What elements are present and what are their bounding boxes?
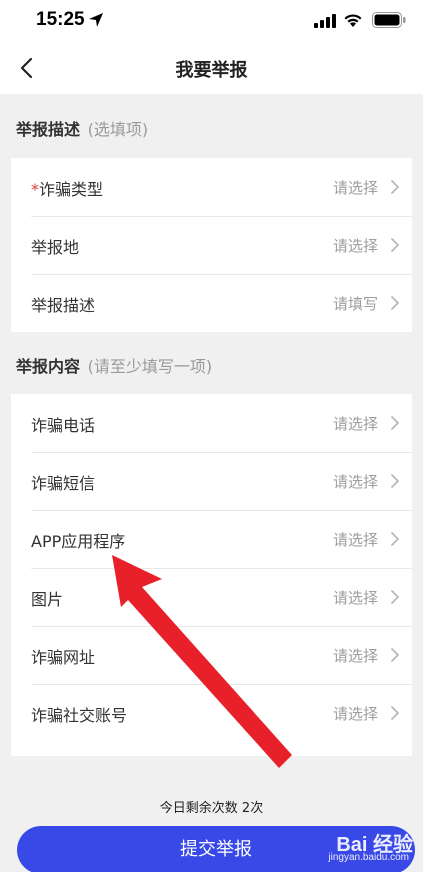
row-value: 请选择 [332,473,378,491]
chevron-right-icon [391,180,399,194]
location-arrow-icon [89,13,103,27]
nav-bar: 我要举报 [0,42,423,94]
row-value: 请选择 [332,647,378,665]
required-mark: * [31,180,39,199]
chevron-right-icon [391,590,399,604]
section-hint: (请至少填写一项) [87,357,213,376]
cellular-signal-icon [314,14,336,28]
row-fraud-social-account[interactable]: 诈骗社交账号 请选择 [11,684,412,742]
row-label: 举报描述 [31,296,96,315]
content-card: 诈骗电话 请选择 诈骗短信 请选择 APP应用程序 请选择 图片 请选择 诈骗网… [11,394,412,756]
row-fraud-type[interactable]: *诈骗类型 请选择 [11,158,412,216]
row-image[interactable]: 图片 请选择 [11,568,412,626]
row-label: APP应用程序 [31,532,126,551]
row-fraud-url[interactable]: 诈骗网址 请选择 [11,626,412,684]
row-label: 诈骗电话 [31,416,96,435]
battery-icon [372,12,406,28]
status-time: 15:25 [36,9,85,30]
section-title: 举报描述 [16,120,81,139]
row-fraud-sms[interactable]: 诈骗短信 请选择 [11,452,412,510]
chevron-right-icon [391,296,399,310]
section-header-description: 举报描述 (选填项) [0,94,423,158]
row-fraud-app[interactable]: APP应用程序 请选择 [11,510,412,568]
row-value: 请填写 [332,295,378,313]
watermark-sub: jingyan.baidu.com [328,852,409,863]
row-value: 请选择 [332,589,378,607]
row-value: 请选择 [332,705,378,723]
row-value: 请选择 [332,415,378,433]
row-label-text: 诈骗类型 [39,180,104,199]
section-header-content: 举报内容 (请至少填写一项) [0,332,423,394]
chevron-right-icon [391,648,399,662]
row-label: *诈骗类型 [31,176,103,200]
row-value: 请选择 [332,179,378,197]
chevron-right-icon [391,416,399,430]
chevron-right-icon [391,706,399,720]
row-label: 诈骗网址 [31,648,96,667]
page-title: 我要举报 [175,60,248,81]
chevron-right-icon [391,238,399,252]
status-bar: 15:25 [0,0,423,42]
section-hint: (选填项) [87,120,149,139]
row-value: 请选择 [332,531,378,549]
row-label: 图片 [31,590,64,609]
row-label: 举报地 [31,238,80,257]
chevron-right-icon [391,532,399,546]
description-card: *诈骗类型 请选择 举报地 请选择 举报描述 请填写 [11,158,412,332]
row-label: 诈骗社交账号 [31,706,128,725]
row-value: 请选择 [332,237,378,255]
card-bottom-padding [11,742,412,756]
remaining-count-text: 今日剩余次数 2次 [159,801,264,816]
section-title: 举报内容 [16,357,81,376]
wifi-icon [344,14,362,27]
row-report-location[interactable]: 举报地 请选择 [11,216,412,274]
row-report-description[interactable]: 举报描述 请填写 [11,274,412,332]
row-label: 诈骗短信 [31,474,96,493]
baidu-jingyan-watermark: Bai 经验 jingyan.baidu.com [293,828,413,870]
row-fraud-phone[interactable]: 诈骗电话 请选择 [11,394,412,452]
chevron-right-icon [391,474,399,488]
